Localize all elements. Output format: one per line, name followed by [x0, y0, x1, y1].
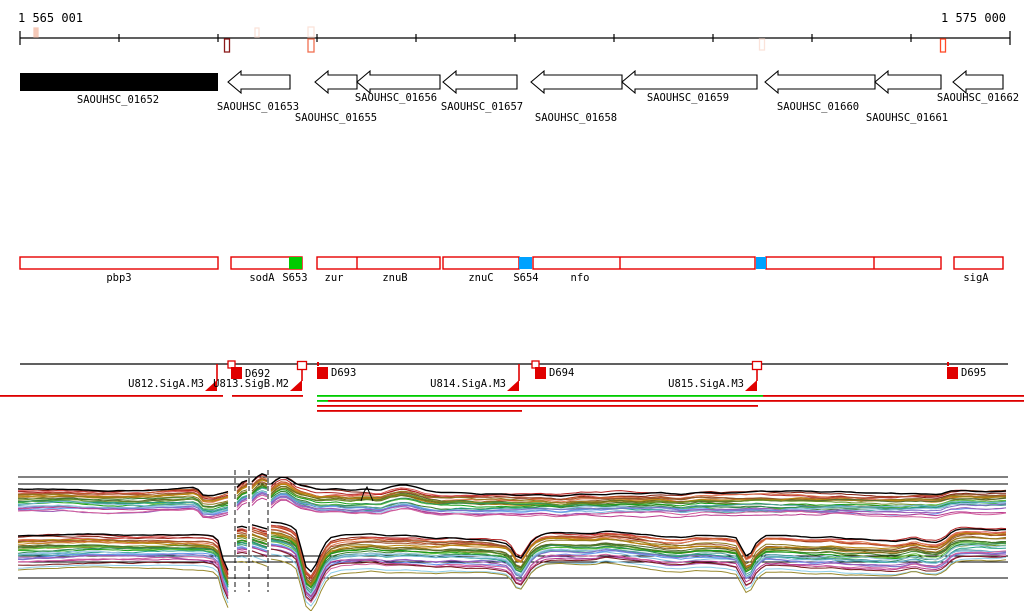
feature-box[interactable] [19, 256, 219, 270]
coverage-line [317, 405, 758, 407]
gene-glyph[interactable] [442, 69, 518, 95]
u-marker-label: U812.SigA.M3 [128, 378, 204, 390]
ruler-variant-mark [254, 27, 260, 38]
coverage-line [328, 400, 1024, 402]
coverage-line [0, 395, 223, 397]
gene-glyph[interactable] [874, 69, 942, 95]
ruler-variant-mark [939, 38, 947, 53]
feature-label: zur [325, 272, 344, 284]
coverage-line [232, 395, 303, 397]
d-marker-label: D693 [331, 367, 356, 379]
u-marker-flag[interactable] [745, 380, 757, 391]
coverage-line [317, 400, 328, 402]
gene-label: SAOUHSC_01652 [77, 94, 159, 106]
feature-label: pbp3 [106, 272, 131, 284]
u-marker-label: U814.SigA.M3 [430, 378, 506, 390]
coverage-line [317, 410, 522, 412]
feature-box[interactable] [316, 256, 441, 270]
u-marker-flag[interactable] [507, 380, 519, 391]
profile-trace [236, 550, 248, 553]
u-marker-top-square [751, 360, 763, 371]
d-marker-flag[interactable] [317, 367, 328, 379]
d-marker-label: D695 [961, 367, 986, 379]
feature-box[interactable] [442, 256, 520, 270]
tracks-scene: SAOUHSC_01652 SAOUHSC_01653SAOUHSC_01655 S… [0, 26, 1024, 611]
coverage-line [317, 395, 763, 397]
ruler-variant-mark [307, 38, 315, 53]
d-marker-flag[interactable] [231, 367, 242, 379]
feature-label: sigA [963, 272, 989, 284]
d-marker-label: D692 [245, 368, 270, 380]
u-marker-top-square [296, 360, 308, 371]
gene-glyph[interactable] [530, 69, 623, 95]
site-marker[interactable] [519, 257, 532, 269]
profile-trace [251, 555, 268, 562]
gene-glyph[interactable] [314, 69, 358, 95]
gene-label: SAOUHSC_01660 [777, 101, 859, 113]
ruler-variant-mark [758, 38, 766, 51]
genome-browser-view: 1 565 001 1 575 000 SAOUHSC_01652 SAOUHSC… [0, 0, 1024, 611]
d-marker-label: D694 [549, 367, 574, 379]
d-marker-flag[interactable] [947, 367, 958, 379]
u-marker-flag[interactable] [290, 380, 302, 391]
profile-trace [270, 476, 1006, 500]
feature-label: znuB [382, 272, 407, 284]
feature-label: znuC [468, 272, 493, 284]
feature-box[interactable] [953, 256, 1004, 270]
gene-label: SAOUHSC_01653 [217, 101, 299, 113]
ruler-variant-mark [223, 38, 231, 53]
ruler-variant-mark [307, 26, 315, 38]
d-marker-top-square [227, 360, 236, 369]
gene-glyph[interactable] [621, 69, 758, 95]
feature-label: sodA [249, 272, 275, 284]
profile-trace [236, 556, 248, 559]
gene-label: SAOUHSC_01658 [535, 112, 617, 124]
profile-trace [17, 566, 229, 608]
ruler-variant-mark [33, 27, 39, 38]
coverage-line [763, 395, 1024, 397]
gene-label: SAOUHSC_01655 [295, 112, 377, 124]
site-marker[interactable] [289, 257, 302, 269]
feature-box[interactable] [532, 256, 756, 270]
gene-glyph[interactable] [952, 69, 1004, 95]
gene-label: SAOUHSC_01662 [937, 92, 1019, 104]
gene-label: SAOUHSC_01657 [441, 101, 523, 113]
feature-label: nfo [571, 272, 590, 284]
site-label: S654 [513, 272, 538, 284]
gene-glyph[interactable] [764, 69, 876, 95]
site-marker[interactable] [756, 257, 766, 269]
u-marker-label: U815.SigA.M3 [668, 378, 744, 390]
feature-box[interactable] [765, 256, 942, 270]
gene-glyph[interactable] [356, 69, 441, 95]
profile-trace [236, 525, 248, 529]
d-marker-flag[interactable] [535, 367, 546, 379]
gene-label: SAOUHSC_01656 [355, 92, 437, 104]
gene-label: SAOUHSC_01659 [647, 92, 729, 104]
gene-label: SAOUHSC_01661 [866, 112, 948, 124]
gene-glyph[interactable] [20, 73, 218, 91]
profile-trace [236, 537, 248, 540]
site-label: S653 [282, 272, 307, 284]
gene-glyph[interactable] [227, 69, 291, 95]
d-marker-top-square [531, 360, 540, 369]
